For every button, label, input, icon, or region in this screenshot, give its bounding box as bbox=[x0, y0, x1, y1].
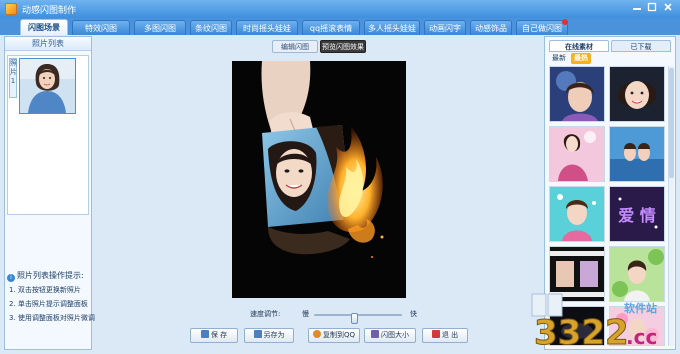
main-tab-bar: 闪图场景 特效闪图 多图闪图 条纹闪图 时尚摇头娃娃 qq摇滚表情 多人摇头娃娃… bbox=[0, 18, 680, 35]
love-text: 爱 情 bbox=[618, 206, 656, 225]
watermark-number: 3322 bbox=[534, 313, 629, 352]
tips-heading: i 照片列表操作提示: bbox=[7, 270, 84, 282]
tab-effect[interactable]: 特效闪图 bbox=[72, 20, 130, 35]
save-as-icon bbox=[253, 330, 262, 338]
photo-index-label: 照片1 bbox=[9, 58, 17, 98]
save-button[interactable]: 保 存 bbox=[190, 328, 238, 343]
tab-downloaded[interactable]: 已下载 bbox=[611, 40, 671, 52]
preview-area: 编辑闪图 预览闪图效果 速度调节: 慢 快 bbox=[96, 36, 538, 350]
tab-stripe[interactable]: 条纹闪图 bbox=[190, 20, 232, 35]
preview-canvas bbox=[232, 61, 406, 298]
tab-animated-text[interactable]: 动画闪字 bbox=[424, 20, 466, 35]
app-logo-icon bbox=[5, 3, 17, 15]
tip-item: 1. 双击按钮更换新照片 bbox=[9, 286, 81, 294]
minimize-button[interactable] bbox=[630, 2, 644, 15]
material-thumbnail[interactable] bbox=[609, 126, 665, 182]
maximize-button[interactable] bbox=[645, 2, 659, 15]
title-bar: 动感闪图制作 bbox=[0, 0, 680, 18]
tab-qq-rock[interactable]: qq摇滚表情 bbox=[302, 20, 360, 35]
photo-list-title: 照片列表 bbox=[5, 37, 91, 51]
tab-scene[interactable]: 闪图场景 bbox=[20, 19, 68, 35]
tips-title-text: 照片列表操作提示: bbox=[17, 271, 84, 280]
app-title: 动感闪图制作 bbox=[22, 6, 77, 16]
speed-label: 速度调节: bbox=[250, 310, 281, 318]
tip-item: 2. 单击照片提示调整面板 bbox=[9, 300, 88, 308]
tip-item: 3. 使用调整面板对照片微调 bbox=[9, 314, 95, 322]
burning-photo-preview bbox=[232, 61, 406, 298]
new-badge-icon bbox=[562, 19, 568, 25]
close-icon bbox=[664, 3, 672, 11]
image-size-button[interactable]: 闪图大小 bbox=[364, 328, 416, 343]
exit-button[interactable]: 退 出 bbox=[422, 328, 468, 343]
close-button[interactable] bbox=[661, 2, 675, 15]
site-watermark: 3322 软件站 .cc bbox=[528, 286, 678, 354]
tab-multi-bobblehead[interactable]: 多人摇头娃娃 bbox=[364, 20, 420, 35]
edit-mode-button[interactable]: 编辑闪图 bbox=[272, 40, 318, 53]
subtab-hottest[interactable]: 最热 bbox=[571, 53, 591, 64]
photo-list: 照片1 bbox=[7, 55, 89, 215]
material-thumbnail[interactable] bbox=[549, 66, 605, 122]
minimize-icon bbox=[633, 8, 641, 10]
tab-multi-image[interactable]: 多图闪图 bbox=[134, 20, 186, 35]
preview-mode-button[interactable]: 预览闪图效果 bbox=[320, 40, 366, 53]
tab-accessories[interactable]: 动感饰品 bbox=[470, 20, 512, 35]
material-thumbnail[interactable] bbox=[609, 66, 665, 122]
save-as-button[interactable]: 另存为 bbox=[244, 328, 294, 343]
qq-penguin-icon bbox=[312, 330, 321, 338]
scrollbar-thumb[interactable] bbox=[669, 68, 674, 178]
photo-thumbnail[interactable] bbox=[19, 58, 76, 114]
speed-fast-label: 快 bbox=[410, 310, 417, 318]
photo-list-panel: 照片列表 照片1 i 照片列表操作提示: 1. 双击按钮更换新照片 2. 单击照片… bbox=[4, 36, 95, 350]
tab-fashion-bobblehead[interactable]: 时尚摇头娃娃 bbox=[236, 20, 298, 35]
tab-diy[interactable]: 自己做闪图 bbox=[516, 20, 568, 35]
exit-button-label: 退 出 bbox=[441, 331, 459, 339]
speed-slider-thumb[interactable] bbox=[350, 313, 358, 324]
save-as-button-label: 另存为 bbox=[263, 331, 285, 339]
resize-icon bbox=[371, 330, 379, 338]
exit-arrow-icon bbox=[431, 330, 440, 338]
speed-slider[interactable] bbox=[314, 313, 402, 324]
maximize-icon bbox=[647, 2, 657, 12]
info-icon: i bbox=[7, 274, 15, 282]
speed-slow-label: 慢 bbox=[302, 310, 309, 318]
material-thumbnail[interactable]: 爱 情 bbox=[609, 186, 665, 242]
floppy-icon bbox=[200, 330, 209, 338]
watermark-tld: .cc bbox=[626, 325, 657, 349]
material-thumbnail[interactable] bbox=[549, 126, 605, 182]
copy-to-qq-label: 复制到QQ bbox=[322, 331, 356, 339]
material-thumbnail[interactable] bbox=[549, 186, 605, 242]
watermark-site: 软件站 bbox=[624, 301, 657, 315]
tab-online-materials[interactable]: 在线素材 bbox=[549, 40, 609, 52]
subtab-newest[interactable]: 最新 bbox=[549, 53, 569, 64]
save-button-label: 保 存 bbox=[210, 331, 228, 339]
copy-to-qq-button[interactable]: 复制到QQ bbox=[308, 328, 360, 343]
image-size-label: 闪图大小 bbox=[381, 331, 409, 339]
